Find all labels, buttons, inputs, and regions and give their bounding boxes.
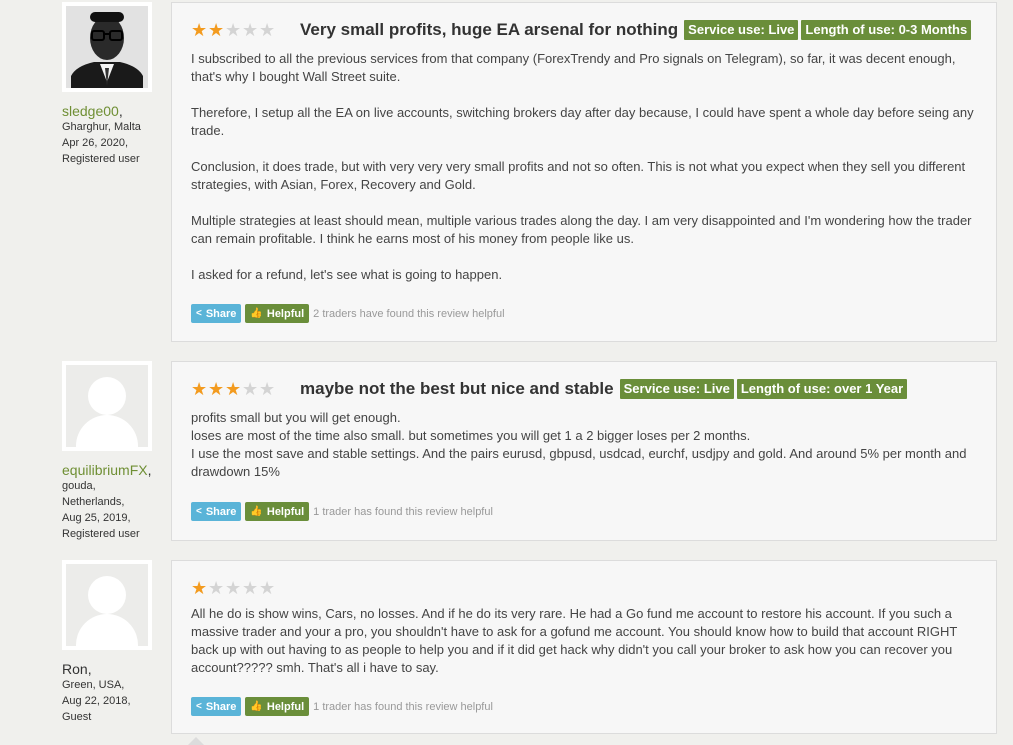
user-status: Guest bbox=[62, 711, 92, 723]
review-date: Aug 25, 2019, bbox=[62, 512, 131, 524]
thumbs-up-icon: 👍 bbox=[250, 308, 263, 319]
review-card: ★ ★ ★ ★ ★ All he do is show wins, Cars, … bbox=[171, 560, 997, 734]
review-actions: < Share 👍 Helpful 2 traders have found thi… bbox=[191, 304, 505, 323]
review-text: All he do is show wins, Cars, no losses.… bbox=[191, 606, 958, 675]
review-line: I use the most save and stable settings.… bbox=[191, 446, 967, 479]
reviewer-info: equilibriumFX, gouda, Netherlands, Aug 2… bbox=[62, 361, 172, 542]
review-paragraph: Therefore, I setup all the EA on live ac… bbox=[191, 105, 974, 138]
review-date: Aug 22, 2018, bbox=[62, 695, 131, 707]
star-icon: ★ bbox=[225, 379, 242, 399]
share-icon: < bbox=[196, 506, 202, 517]
reviewer-info: sledge00, Gharghur, Malta Apr 26, 2020, … bbox=[62, 2, 172, 167]
review-paragraph: I subscribed to all the previous service… bbox=[191, 51, 956, 84]
helpful-count: 1 trader has found this review helpful bbox=[313, 700, 493, 713]
next-card-pointer bbox=[188, 737, 204, 745]
review-header: ★ ★ ★ ★ ★ bbox=[191, 577, 300, 599]
review-paragraph: I asked for a refund, let's see what is … bbox=[191, 267, 503, 282]
length-of-use-badge: Length of use: 0-3 Months bbox=[801, 20, 972, 40]
review-line: loses are most of the time also small. b… bbox=[191, 428, 751, 443]
helpful-button[interactable]: 👍 Helpful bbox=[245, 304, 310, 323]
service-use-badge: Service use: Live bbox=[619, 379, 734, 399]
review-line: profits small but you will get enough. bbox=[191, 410, 401, 425]
service-use-badge: Service use: Live bbox=[684, 20, 799, 40]
helpful-count: 1 trader has found this review helpful bbox=[313, 505, 493, 518]
helpful-button[interactable]: 👍 Helpful bbox=[245, 697, 310, 716]
star-icon: ★ bbox=[259, 20, 276, 40]
star-icon: ★ bbox=[259, 578, 276, 598]
star-icon: ★ bbox=[191, 578, 208, 598]
share-icon: < bbox=[196, 701, 202, 712]
user-location: gouda, bbox=[62, 480, 96, 492]
star-icon: ★ bbox=[191, 379, 208, 399]
username[interactable]: Ron, bbox=[62, 661, 172, 677]
user-photo-icon bbox=[66, 6, 148, 88]
review-header: ★ ★ ★ ★ ★ maybe not the best but nice an… bbox=[191, 378, 910, 400]
user-status: Registered user bbox=[62, 153, 140, 165]
star-icon: ★ bbox=[208, 20, 225, 40]
star-rating: ★ ★ ★ ★ ★ bbox=[191, 379, 276, 399]
star-rating: ★ ★ ★ ★ ★ bbox=[191, 578, 276, 598]
user-location: Green, USA, bbox=[62, 679, 125, 691]
share-button[interactable]: < Share bbox=[191, 697, 242, 716]
review-header: ★ ★ ★ ★ ★ Very small profits, huge EA ar… bbox=[191, 19, 974, 41]
length-of-use-badge: Length of use: over 1 Year bbox=[736, 379, 908, 399]
review-title: maybe not the best but nice and stable bbox=[300, 379, 614, 398]
avatar[interactable] bbox=[62, 2, 152, 92]
review-paragraph: Multiple strategies at least should mean… bbox=[191, 213, 972, 246]
review-paragraph: Conclusion, it does trade, but with very… bbox=[191, 159, 966, 192]
review-card: ★ ★ ★ ★ ★ Very small profits, huge EA ar… bbox=[171, 2, 997, 342]
username[interactable]: sledge00, bbox=[62, 103, 172, 119]
review-card: ★ ★ ★ ★ ★ maybe not the best but nice an… bbox=[171, 361, 997, 541]
star-icon: ★ bbox=[225, 20, 242, 40]
share-button[interactable]: < Share bbox=[191, 304, 242, 323]
thumbs-up-icon: 👍 bbox=[250, 506, 263, 517]
star-icon: ★ bbox=[259, 379, 276, 399]
review-actions: < Share 👍 Helpful 1 trader has found this … bbox=[191, 697, 493, 716]
user-location: Gharghur, Malta bbox=[62, 121, 141, 133]
username[interactable]: equilibriumFX, bbox=[62, 462, 172, 478]
star-icon: ★ bbox=[208, 379, 225, 399]
share-button[interactable]: < Share bbox=[191, 502, 242, 521]
review-date: Apr 26, 2020, bbox=[62, 137, 129, 149]
star-rating: ★ ★ ★ ★ ★ bbox=[191, 20, 276, 40]
star-icon: ★ bbox=[208, 578, 225, 598]
review-text: I subscribed to all the previous service… bbox=[191, 50, 976, 302]
user-status: Registered user bbox=[62, 528, 140, 540]
review-actions: < Share 👍 Helpful 1 trader has found this … bbox=[191, 502, 493, 521]
helpful-count: 2 traders have found this review helpful bbox=[313, 307, 505, 320]
avatar[interactable] bbox=[62, 361, 152, 451]
thumbs-up-icon: 👍 bbox=[250, 701, 263, 712]
user-location: Netherlands, bbox=[62, 496, 125, 508]
star-icon: ★ bbox=[242, 20, 259, 40]
star-icon: ★ bbox=[242, 578, 259, 598]
reviewer-info: Ron, Green, USA, Aug 22, 2018, Guest bbox=[62, 560, 172, 725]
share-icon: < bbox=[196, 308, 202, 319]
review-text: profits small but you will get enough. l… bbox=[191, 409, 976, 481]
star-icon: ★ bbox=[242, 379, 259, 399]
helpful-button[interactable]: 👍 Helpful bbox=[245, 502, 310, 521]
review-title: Very small profits, huge EA arsenal for … bbox=[300, 20, 679, 39]
star-icon: ★ bbox=[225, 578, 242, 598]
star-icon: ★ bbox=[191, 20, 208, 40]
avatar[interactable] bbox=[62, 560, 152, 650]
